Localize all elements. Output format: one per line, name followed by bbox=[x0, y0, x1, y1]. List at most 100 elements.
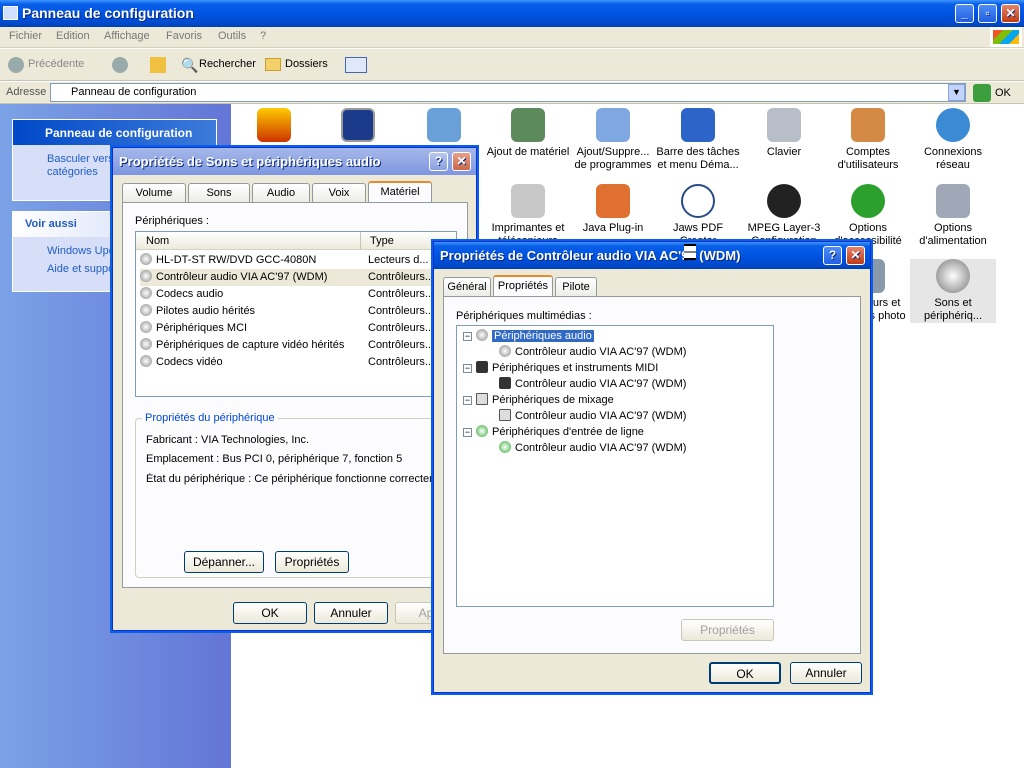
tab-volume[interactable]: Volume bbox=[122, 183, 186, 203]
speaker-icon bbox=[499, 345, 511, 357]
tab-properties[interactable]: Propriétés bbox=[493, 275, 553, 297]
tree-properties-button[interactable]: Propriétés bbox=[681, 619, 774, 641]
tree-node-audio[interactable]: − Périphériques audio bbox=[463, 328, 594, 344]
help-button[interactable]: ? bbox=[429, 152, 448, 171]
tree-node-line-in[interactable]: − Périphériques d'entrée de ligne bbox=[463, 424, 644, 440]
collapse-icon[interactable]: − bbox=[463, 395, 472, 405]
taskbar-start-item[interactable]: Barre des tâches et menu Déma... bbox=[655, 108, 741, 172]
device-properties-button[interactable]: Propriétés bbox=[275, 551, 349, 573]
back-button[interactable]: Précédente bbox=[28, 58, 84, 70]
tab-voice[interactable]: Voix bbox=[312, 183, 366, 203]
pdf-icon bbox=[681, 184, 715, 218]
collapse-icon[interactable]: − bbox=[463, 363, 472, 373]
windows-logo-icon bbox=[990, 27, 1022, 47]
devices-list[interactable]: Nom Type HL-DT-ST RW/DVD GCC-4080N Lecteu… bbox=[135, 231, 457, 397]
up-folder-icon[interactable] bbox=[150, 57, 166, 73]
folders-button[interactable]: Dossiers bbox=[285, 58, 328, 70]
device-row[interactable]: Codecs vidéo Contrôleurs... bbox=[140, 354, 452, 371]
power-options-item[interactable]: Options d'alimentation bbox=[910, 184, 996, 248]
address-bar: Adresse Panneau de configuration ▼ OK bbox=[0, 82, 1024, 104]
ac3-filter-item[interactable] bbox=[231, 108, 317, 146]
controller-properties-dialog: Propriétés de Contrôleur audio VIA AC'97… bbox=[433, 241, 871, 693]
java-plugin-item[interactable]: Java Plug-in bbox=[570, 184, 656, 235]
keyboard-item[interactable]: Clavier bbox=[741, 108, 827, 159]
tree-leaf[interactable]: Contrôleur audio VIA AC'97 (WDM) bbox=[499, 344, 686, 360]
tab-general[interactable]: Général bbox=[443, 277, 491, 297]
tree-leaf[interactable]: Contrôleur audio VIA AC'97 (WDM) bbox=[499, 376, 686, 392]
device-row[interactable]: Périphériques MCI Contrôleurs... bbox=[140, 320, 452, 337]
multimedia-tree[interactable]: − Périphériques audio Contrôleur audio VI… bbox=[456, 325, 774, 607]
icon-label: Ajout de matériel bbox=[486, 146, 570, 158]
device-type: Contrôleurs... bbox=[368, 288, 435, 300]
go-button[interactable]: OK bbox=[995, 87, 1011, 99]
sound-dialog-close-button[interactable]: ✕ bbox=[452, 152, 471, 171]
go-arrow-icon[interactable] bbox=[973, 84, 991, 102]
device-row[interactable]: HL-DT-ST RW/DVD GCC-4080N Lecteurs d... bbox=[140, 252, 452, 269]
forward-button[interactable] bbox=[112, 57, 128, 73]
tab-driver[interactable]: Pilote bbox=[555, 277, 597, 297]
status-text: État du périphérique : Ce périphérique f… bbox=[146, 473, 436, 485]
line-in-icon bbox=[476, 425, 488, 437]
minimize-button[interactable]: _ bbox=[955, 4, 974, 23]
icon-label: Java Plug-in bbox=[582, 222, 644, 234]
sound-cancel-button[interactable]: Annuler bbox=[314, 602, 388, 624]
controller-dialog-titlebar: Propriétés de Contrôleur audio VIA AC'97… bbox=[434, 242, 870, 269]
monitor-icon bbox=[341, 108, 375, 142]
col-type-header[interactable]: Type bbox=[370, 235, 394, 247]
address-dropdown-icon[interactable]: ▼ bbox=[948, 84, 965, 101]
controller-dialog-close-button[interactable]: ✕ bbox=[846, 246, 865, 265]
device-name: Codecs audio bbox=[156, 288, 224, 300]
sounds-devices-item[interactable]: Sons et périphériq... bbox=[910, 259, 996, 323]
menu-file[interactable]: Fichier bbox=[9, 30, 42, 42]
controller-cancel-button[interactable]: Annuler bbox=[790, 662, 862, 684]
device-row[interactable]: Pilotes audio hérités Contrôleurs... bbox=[140, 303, 452, 320]
network-connections-item[interactable]: Connexions réseau bbox=[910, 108, 996, 172]
close-button[interactable]: ✕ bbox=[1001, 4, 1020, 23]
collapse-icon[interactable]: − bbox=[463, 427, 472, 437]
admin-tools-item[interactable] bbox=[401, 108, 487, 146]
menu-tools[interactable]: Outils bbox=[218, 30, 246, 42]
tree-node-mixer[interactable]: − Périphériques de mixage bbox=[463, 392, 614, 408]
display-item[interactable] bbox=[315, 108, 401, 146]
device-row[interactable]: Périphériques de capture vidéo hérités Co… bbox=[140, 337, 452, 354]
toolbar: Précédente 🔍 Rechercher Dossiers bbox=[0, 49, 1024, 81]
troubleshoot-button[interactable]: Dépanner... bbox=[184, 551, 264, 573]
user-accounts-item[interactable]: Comptes d'utilisateurs bbox=[825, 108, 911, 172]
menu-favorites[interactable]: Favoris bbox=[166, 30, 202, 42]
col-name-header[interactable]: Nom bbox=[146, 235, 169, 247]
tab-sounds[interactable]: Sons bbox=[188, 183, 250, 203]
maximize-button[interactable]: ▫ bbox=[978, 4, 997, 23]
device-row[interactable]: Codecs audio Contrôleurs... bbox=[140, 286, 452, 303]
tab-hardware[interactable]: Matériel bbox=[368, 181, 432, 203]
views-button[interactable] bbox=[345, 57, 367, 73]
tree-leaf[interactable]: Contrôleur audio VIA AC'97 (WDM) bbox=[499, 440, 686, 456]
accessibility-icon bbox=[851, 184, 885, 218]
tree-label: Périphériques audio bbox=[492, 330, 594, 342]
speaker-icon bbox=[140, 287, 152, 299]
add-hardware-item[interactable]: Ajout de matériel bbox=[485, 108, 571, 159]
mpeg-layer3-item[interactable]: MPEG Layer-3 Configuration bbox=[741, 184, 827, 248]
tree-node-midi[interactable]: − Périphériques et instruments MIDI bbox=[463, 360, 658, 376]
tree-label: Contrôleur audio VIA AC'97 (WDM) bbox=[515, 410, 687, 422]
device-name: Périphériques MCI bbox=[156, 322, 248, 334]
printers-item[interactable]: Imprimantes et télécopieurs bbox=[485, 184, 571, 248]
help-button[interactable]: ? bbox=[823, 246, 842, 265]
icon-label: Comptes d'utilisateurs bbox=[837, 146, 899, 171]
sound-ok-button[interactable]: OK bbox=[233, 602, 307, 624]
address-input[interactable]: Panneau de configuration bbox=[50, 83, 966, 102]
accessibility-item[interactable]: Options d'accessibilité bbox=[825, 184, 911, 248]
keyboard-icon bbox=[767, 108, 801, 142]
menu-help[interactable]: ? bbox=[260, 30, 266, 42]
collapse-icon[interactable]: − bbox=[463, 331, 472, 341]
tree-leaf[interactable]: Contrôleur audio VIA AC'97 (WDM) bbox=[499, 408, 686, 424]
device-type: Contrôleurs... bbox=[368, 271, 435, 283]
controller-ok-button[interactable]: OK bbox=[709, 662, 781, 684]
icon-label: Barre des tâches et menu Déma... bbox=[656, 146, 740, 171]
menu-view[interactable]: Affichage bbox=[104, 30, 150, 42]
jaws-pdf-item[interactable]: Jaws PDF Creator bbox=[655, 184, 741, 248]
search-button[interactable]: Rechercher bbox=[199, 58, 256, 70]
tab-audio[interactable]: Audio bbox=[252, 183, 310, 203]
add-remove-programs-item[interactable]: Ajout/Suppre... de programmes bbox=[570, 108, 656, 172]
device-row-selected[interactable]: Contrôleur audio VIA AC'97 (WDM) Contrôle… bbox=[140, 269, 452, 286]
menu-edit[interactable]: Edition bbox=[56, 30, 90, 42]
